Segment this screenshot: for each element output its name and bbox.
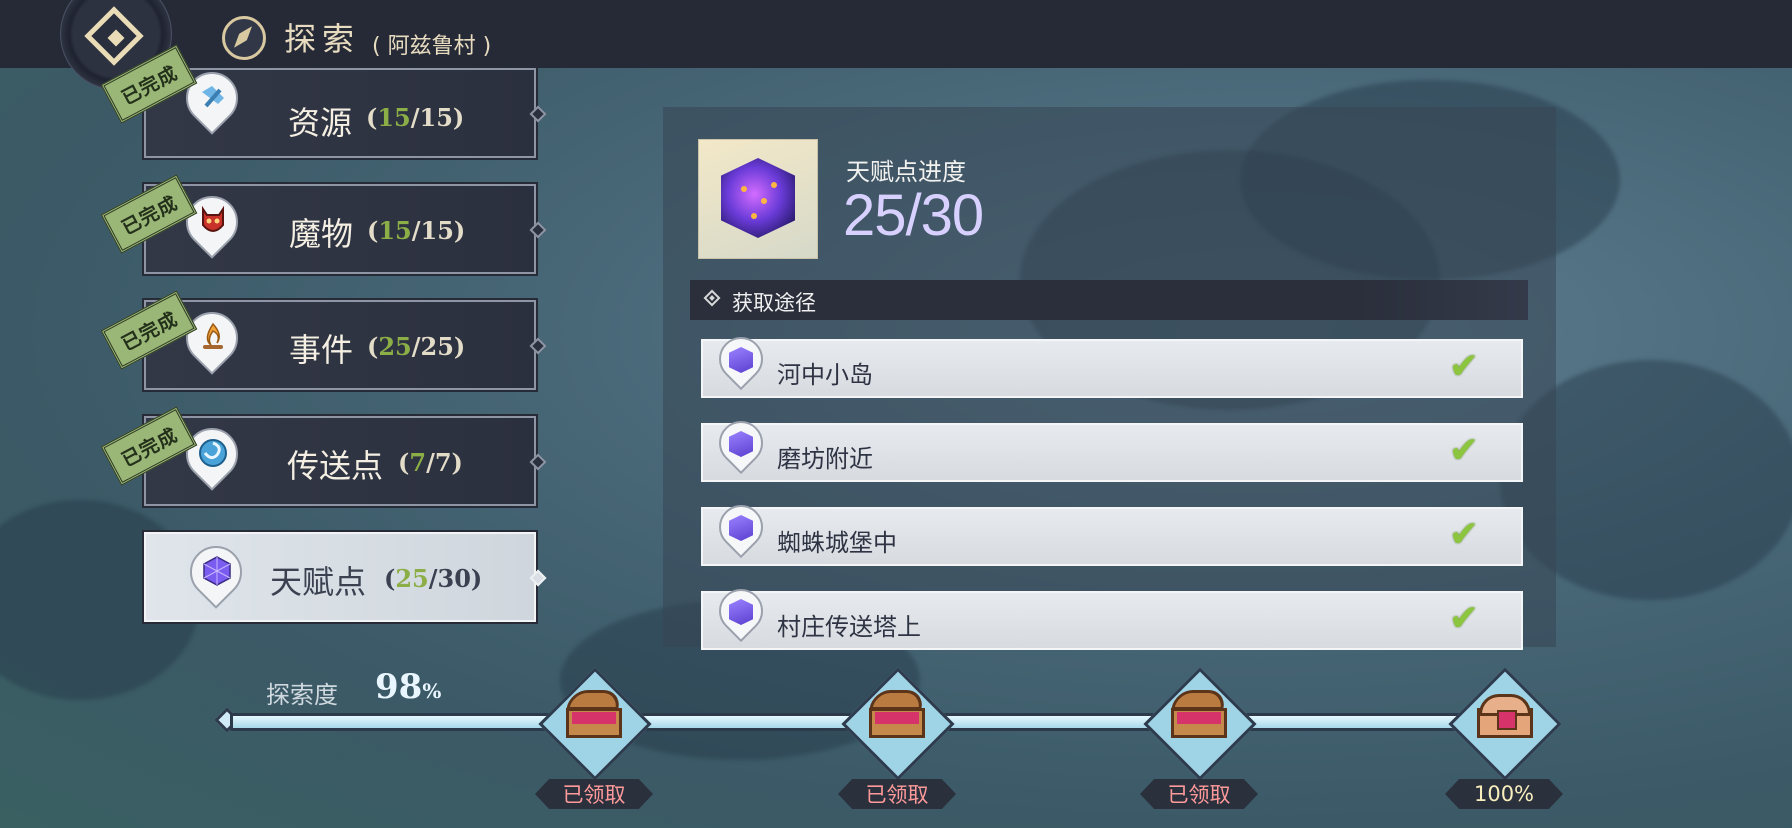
completed-stamp: 已完成 [100, 174, 198, 254]
monster-mask-icon [196, 204, 230, 238]
category-label: 事件 [289, 331, 354, 369]
sources-header: 获取途径 [690, 280, 1528, 320]
closed-chest-icon[interactable] [1473, 690, 1537, 738]
location-row[interactable]: 村庄传送塔上 ✔ [701, 579, 1523, 650]
category-talents[interactable]: 天赋点 (25/30) [144, 532, 536, 622]
top-bar [0, 0, 1792, 68]
sources-title: 获取途径 [732, 291, 816, 315]
completed-stamp: 已完成 [100, 290, 198, 370]
exploration-value: 98% [375, 667, 442, 707]
exploration-label: 探索度 [266, 681, 338, 709]
checkmark-icon: ✔ [1448, 346, 1479, 387]
location-name: 河中小岛 [777, 361, 873, 389]
compass-icon [222, 16, 266, 60]
checkmark-icon: ✔ [1448, 514, 1479, 555]
reward-threshold: 100% [1445, 779, 1563, 809]
category-monsters[interactable]: 魔物 (15/15) 已完成 [100, 174, 536, 274]
region-name: ( 阿兹鲁村 ) [372, 34, 492, 59]
talent-cube-image [698, 139, 818, 259]
resource-pickaxe-icon [196, 80, 230, 114]
location-row[interactable]: 河中小岛 ✔ [701, 327, 1523, 398]
location-row[interactable]: 蜘蛛城堡中 ✔ [701, 495, 1523, 566]
location-name: 磨坊附近 [777, 445, 873, 473]
reward-status: 已领取 [535, 779, 653, 809]
category-count: (25/30) [384, 564, 483, 593]
category-label: 传送点 [287, 447, 384, 485]
reward-status: 已领取 [1140, 779, 1258, 809]
category-label: 魔物 [289, 215, 354, 253]
page-title: 探索 [284, 20, 361, 58]
category-teleports[interactable]: 传送点 (7/7) 已完成 [100, 406, 536, 506]
category-label: 天赋点 [270, 563, 367, 601]
diamond-bullet-icon [703, 289, 721, 307]
open-chest-icon[interactable] [865, 690, 929, 738]
location-name: 村庄传送塔上 [777, 613, 921, 641]
open-chest-icon[interactable] [562, 690, 626, 738]
category-count: (7/7) [398, 448, 463, 477]
location-row[interactable]: 磨坊附近 ✔ [701, 411, 1523, 482]
talent-cube-icon [721, 158, 795, 238]
event-campfire-icon [196, 320, 230, 354]
open-chest-icon[interactable] [1167, 690, 1231, 738]
checkmark-icon: ✔ [1448, 430, 1479, 471]
category-count: (15/15) [366, 103, 465, 132]
teleport-swirl-icon [196, 436, 230, 470]
completed-stamp: 已完成 [100, 406, 198, 486]
reward-status: 已领取 [838, 779, 956, 809]
category-count: (15/15) [367, 216, 466, 245]
talent-cube-icon [200, 554, 234, 588]
checkmark-icon: ✔ [1448, 598, 1479, 639]
progress-value: 25/30 [843, 183, 984, 248]
location-name: 蜘蛛城堡中 [777, 529, 897, 557]
category-events[interactable]: 事件 (25/25) 已完成 [100, 290, 536, 390]
category-resources[interactable]: 资源 (15/15) 已完成 [100, 44, 536, 158]
category-count: (25/25) [367, 332, 466, 361]
category-label: 资源 [288, 104, 353, 142]
